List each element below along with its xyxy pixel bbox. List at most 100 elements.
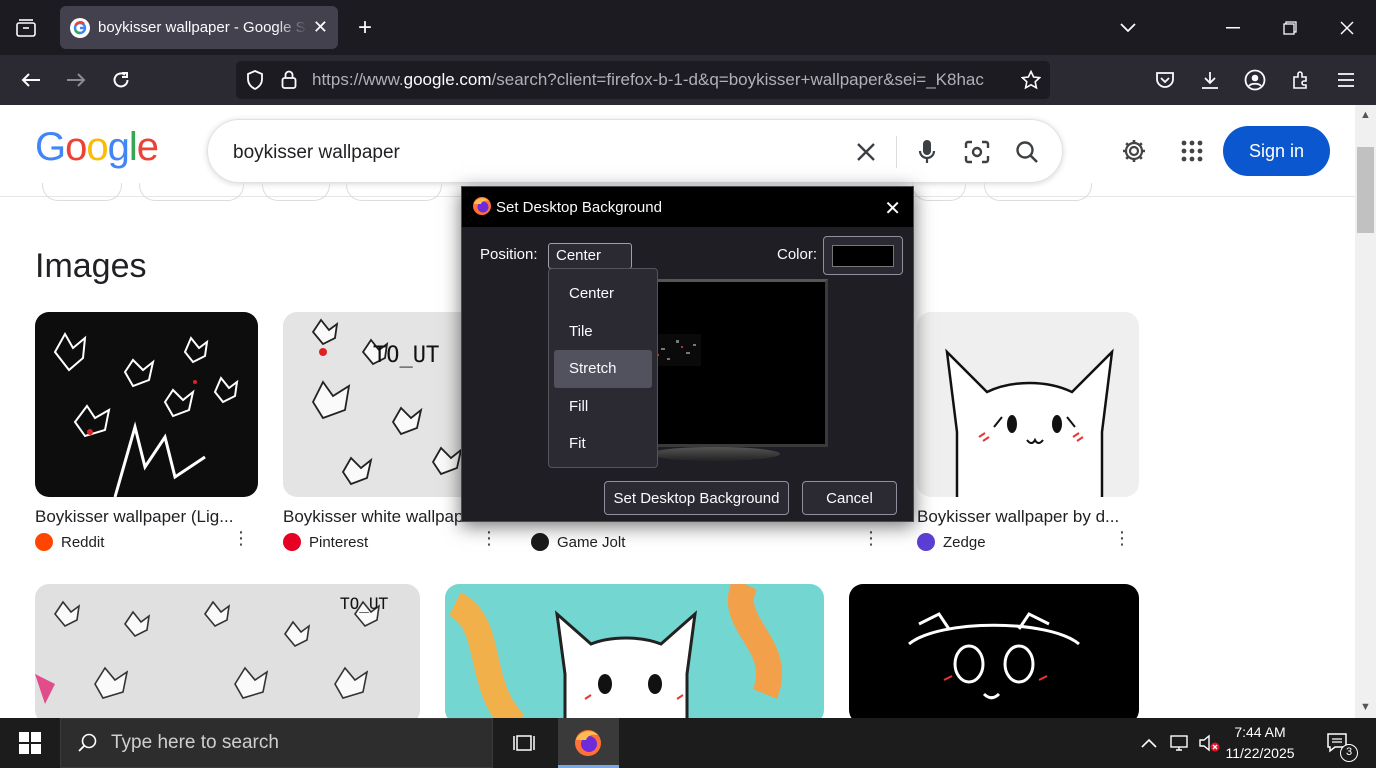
- tracking-shield-icon[interactable]: [240, 65, 270, 95]
- image-thumbnail[interactable]: [35, 312, 258, 497]
- monitor-stand: [650, 447, 780, 461]
- filter-chip[interactable]: [912, 183, 966, 201]
- position-option-tile[interactable]: Tile: [554, 313, 652, 351]
- set-desktop-background-dialog: Set Desktop Background ✕ Position: Cente…: [461, 186, 914, 522]
- cancel-button[interactable]: Cancel: [802, 481, 897, 515]
- filter-chip[interactable]: [262, 183, 330, 201]
- minimize-icon[interactable]: [1220, 14, 1246, 42]
- list-tabs-chevron-icon[interactable]: [1114, 14, 1142, 42]
- svg-text:TO_UT: TO_UT: [373, 343, 439, 368]
- image-result-title[interactable]: Boykisser wallpaper by d...: [917, 507, 1139, 527]
- image-result-source[interactable]: Reddit: [35, 533, 258, 551]
- tab-overview-icon[interactable]: [12, 14, 40, 42]
- source-name: Game Jolt: [557, 533, 626, 551]
- scroll-down-arrow-icon[interactable]: ▼: [1360, 701, 1371, 713]
- new-tab-icon[interactable]: +: [352, 14, 378, 42]
- notification-count-badge: 3: [1340, 744, 1358, 762]
- search-icon: [78, 733, 98, 758]
- reload-icon[interactable]: [106, 65, 136, 95]
- dialog-close-icon[interactable]: ✕: [884, 196, 901, 221]
- image-result-card[interactable]: Boykisser wallpaper by d... Zedge ⋮: [917, 312, 1139, 551]
- active-tab[interactable]: boykisser wallpaper - Google Search ✕: [60, 6, 338, 49]
- clock-time: 7:44 AM: [1234, 724, 1286, 740]
- more-options-icon[interactable]: ⋮: [862, 528, 880, 549]
- google-header: Google boykisser wallpaper Sign in: [0, 105, 1355, 201]
- taskbar-clock[interactable]: 7:44 AM 11/22/2025: [1222, 722, 1298, 764]
- image-result-source[interactable]: Zedge: [917, 533, 1139, 551]
- position-option-center[interactable]: Center: [554, 275, 652, 313]
- navigation-toolbar: https://www.google.com/search?client=fir…: [0, 55, 1376, 105]
- tab-bar: boykisser wallpaper - Google Search ✕ +: [0, 0, 1376, 55]
- filter-chip[interactable]: [984, 183, 1092, 201]
- image-result-card[interactable]: Boykisser wallpaper (Lig... Reddit ⋮: [35, 312, 258, 551]
- page-scrollbar[interactable]: ▲ ▼: [1355, 105, 1376, 718]
- extensions-icon[interactable]: [1286, 65, 1316, 95]
- position-option-stretch[interactable]: Stretch: [554, 350, 652, 388]
- clear-search-icon[interactable]: [850, 136, 882, 168]
- source-name: Pinterest: [309, 533, 369, 551]
- preview-screen: [628, 279, 828, 447]
- close-window-icon[interactable]: [1334, 14, 1360, 42]
- windows-start-icon[interactable]: [0, 718, 60, 768]
- taskbar-search-box[interactable]: Type here to search: [60, 718, 493, 768]
- filter-chip[interactable]: [346, 183, 442, 201]
- dialog-titlebar: Set Desktop Background ✕: [462, 187, 913, 227]
- image-result-title[interactable]: Boykisser wallpaper (Lig...: [35, 507, 258, 527]
- image-thumbnail[interactable]: [849, 584, 1139, 718]
- bookmark-star-icon[interactable]: [1016, 65, 1046, 95]
- address-bar[interactable]: https://www.google.com/search?client=fir…: [236, 61, 1050, 99]
- close-tab-icon[interactable]: ✕: [313, 17, 328, 38]
- account-icon[interactable]: [1240, 65, 1270, 95]
- firefox-taskbar-button[interactable]: [558, 718, 619, 768]
- image-result-source[interactable]: Pinterest: [283, 533, 506, 551]
- menu-hamburger-icon[interactable]: [1331, 65, 1361, 95]
- sign-in-button[interactable]: Sign in: [1223, 126, 1330, 176]
- image-thumbnail[interactable]: TO_UT: [35, 584, 420, 718]
- scrollbar-thumb[interactable]: [1357, 147, 1374, 233]
- game-jolt-icon: [531, 533, 549, 551]
- preview-wallpaper: [631, 334, 701, 366]
- firefox-logo-icon: [472, 196, 492, 220]
- pinterest-icon: [283, 533, 301, 551]
- filter-chip[interactable]: [42, 183, 122, 201]
- search-box[interactable]: boykisser wallpaper: [207, 119, 1063, 183]
- forward-arrow-icon[interactable]: [61, 65, 91, 95]
- firefox-icon: [573, 728, 603, 763]
- search-divider: [896, 136, 897, 168]
- search-query[interactable]: boykisser wallpaper: [233, 142, 400, 164]
- volume-muted-icon[interactable]: [1196, 718, 1222, 768]
- position-label: Position:: [480, 246, 538, 263]
- restore-icon[interactable]: [1277, 14, 1303, 42]
- filter-chip[interactable]: [139, 183, 244, 201]
- apps-grid-icon[interactable]: [1176, 135, 1208, 167]
- image-result-source[interactable]: Game Jolt: [531, 533, 888, 551]
- google-logo[interactable]: Google: [35, 125, 159, 170]
- notifications-icon[interactable]: 3: [1318, 718, 1358, 768]
- image-thumbnail[interactable]: [917, 312, 1139, 497]
- scroll-up-arrow-icon[interactable]: ▲: [1360, 109, 1371, 121]
- pocket-icon[interactable]: [1150, 65, 1180, 95]
- position-select[interactable]: Center: [548, 243, 632, 269]
- dialog-title: Set Desktop Background: [496, 198, 662, 216]
- back-arrow-icon[interactable]: [16, 65, 46, 95]
- position-option-fill[interactable]: Fill: [554, 388, 652, 426]
- color-picker-button[interactable]: [823, 236, 903, 275]
- search-magnifier-icon[interactable]: [1011, 136, 1043, 168]
- set-desktop-background-button[interactable]: Set Desktop Background: [604, 481, 789, 515]
- voice-search-mic-icon[interactable]: [911, 136, 943, 168]
- show-hidden-icons-chevron-icon[interactable]: [1137, 718, 1161, 768]
- source-name: Zedge: [943, 533, 986, 551]
- more-options-icon[interactable]: ⋮: [232, 528, 250, 549]
- downloads-icon[interactable]: [1195, 65, 1225, 95]
- images-section-title: Images: [35, 247, 147, 285]
- lens-camera-icon[interactable]: [961, 136, 993, 168]
- color-swatch: [832, 245, 894, 267]
- more-options-icon[interactable]: ⋮: [480, 528, 498, 549]
- position-option-fit[interactable]: Fit: [554, 425, 652, 463]
- lock-icon[interactable]: [274, 65, 304, 95]
- task-view-icon[interactable]: [505, 718, 543, 768]
- image-thumbnail[interactable]: [445, 584, 824, 718]
- more-options-icon[interactable]: ⋮: [1113, 528, 1131, 549]
- settings-gear-icon[interactable]: [1118, 135, 1150, 167]
- network-icon[interactable]: [1166, 718, 1192, 768]
